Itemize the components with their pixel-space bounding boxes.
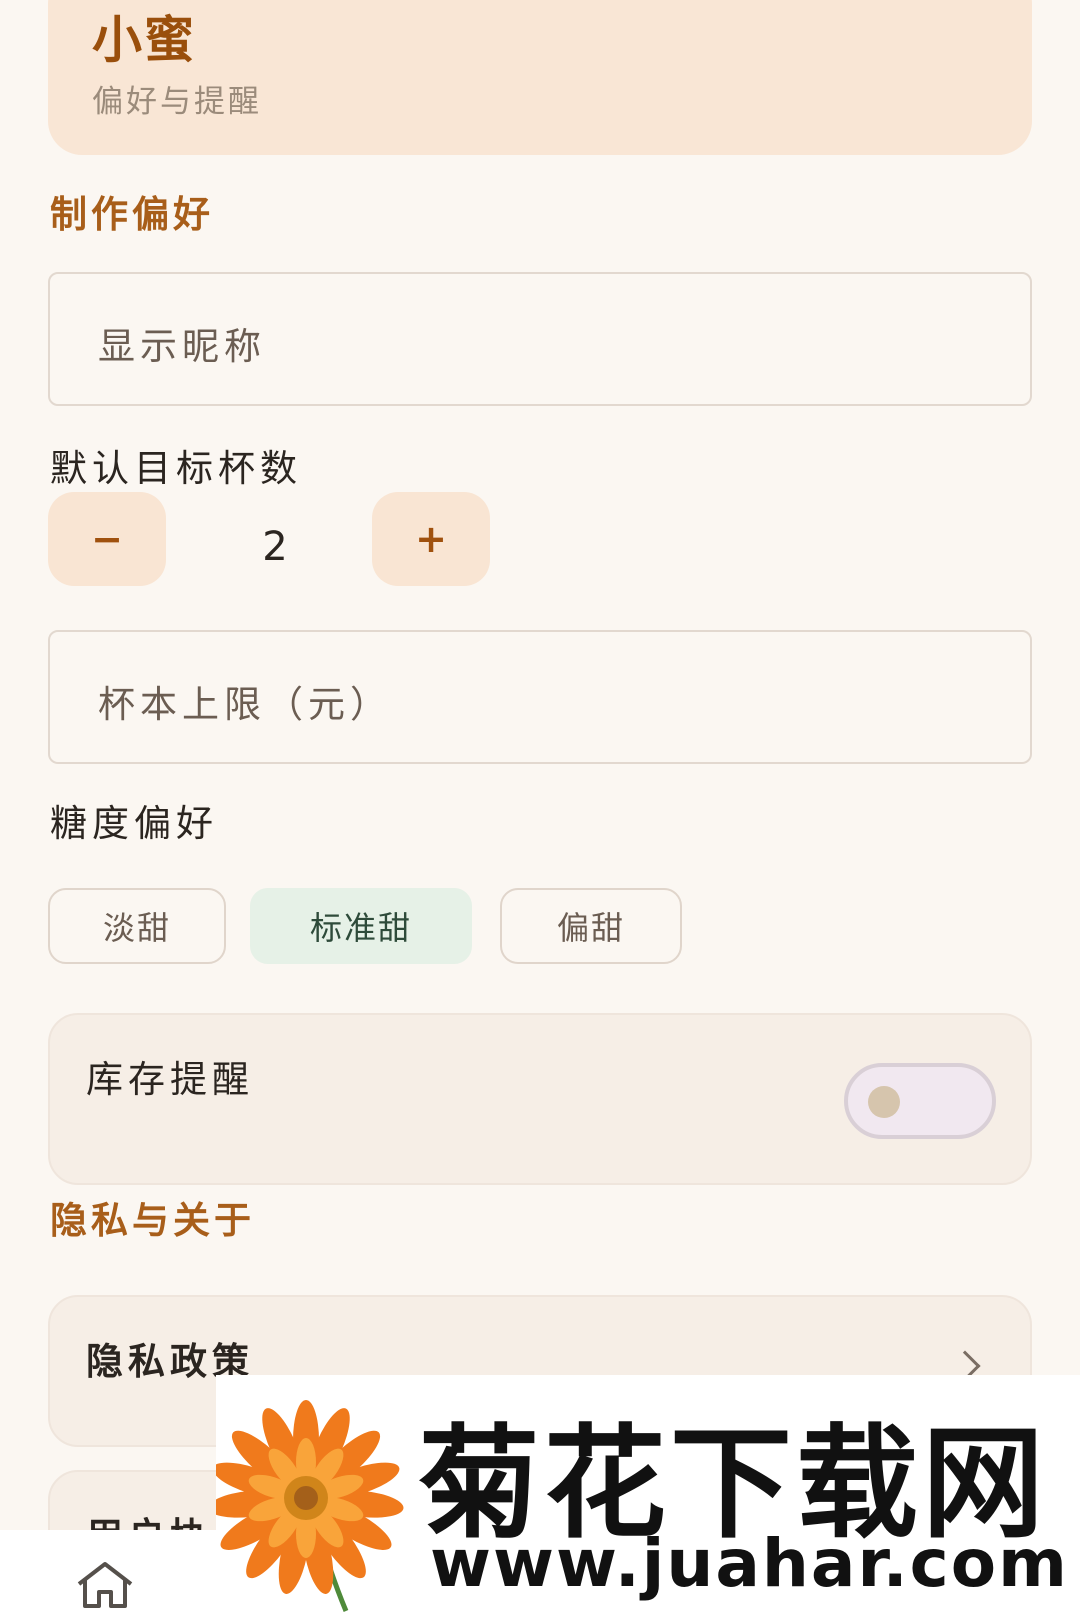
sweetness-option-sweet[interactable]: 偏甜 [500,888,682,964]
cups-label: 默认目标杯数 [50,447,302,490]
stock-reminder-card: 库存提醒 [48,1013,1032,1185]
cost-limit-placeholder: 杯本上限（元） [98,683,392,726]
nickname-placeholder: 显示昵称 [98,325,266,368]
section-title-preferences: 制作偏好 [50,193,214,236]
nickname-field[interactable]: 显示昵称 [48,272,1032,406]
section-title-privacy: 隐私与关于 [50,1199,255,1242]
sweetness-label: 糖度偏好 [50,802,218,845]
stock-reminder-label: 库存提醒 [86,1058,254,1101]
increment-cups-button[interactable]: + [372,492,490,586]
settings-page: 小蜜 偏好与提醒 制作偏好 显示昵称 默认目标杯数 − 2 + 杯本上限（元） … [0,0,1080,1613]
stock-reminder-toggle[interactable] [844,1063,996,1139]
watermark: 菊花下载网 www.juahar.com [216,1375,1080,1613]
cups-value: 2 [262,524,288,570]
profile-subtitle: 偏好与提醒 [92,84,262,120]
sweetness-option-standard[interactable]: 标准甜 [250,888,472,964]
home-icon[interactable] [75,1560,135,1608]
toggle-knob [868,1086,900,1118]
watermark-url: www.juahar.com [430,1525,1069,1602]
sweetness-option-light[interactable]: 淡甜 [48,888,226,964]
decrement-cups-button[interactable]: − [48,492,166,586]
cost-limit-field[interactable]: 杯本上限（元） [48,630,1032,764]
profile-name: 小蜜 [92,11,196,69]
chrysanthemum-logo-icon [216,1400,404,1612]
